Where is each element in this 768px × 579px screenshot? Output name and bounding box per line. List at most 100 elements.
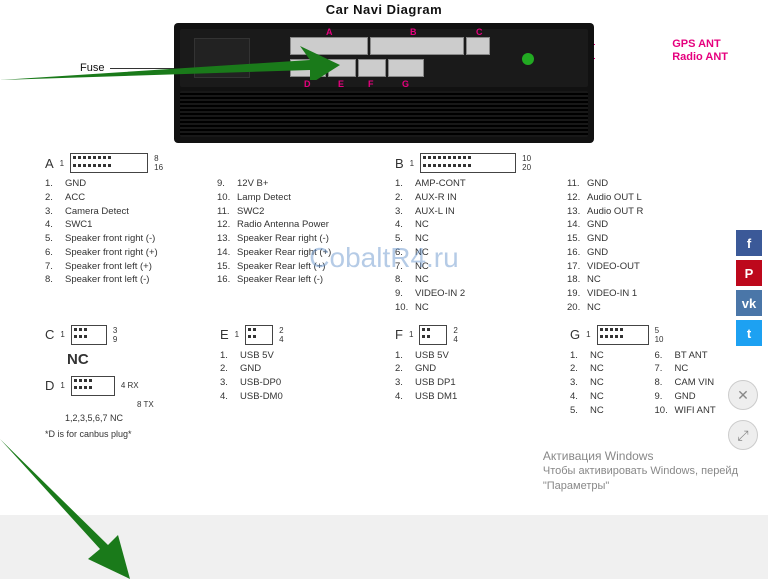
conn-c-sketch (71, 325, 107, 345)
conn-g-letter: G (570, 327, 580, 342)
pin-item: 8.NC (395, 273, 551, 287)
pin-item: 1.NC (570, 349, 639, 363)
device-rear-panel: A B C D E F G (174, 23, 594, 143)
pin-item: 2.ACC (45, 191, 201, 205)
pin-item: 2.GND (220, 362, 373, 376)
share-twitter-button[interactable]: t (736, 320, 762, 346)
pin-item: 3.AUX-L IN (395, 205, 551, 219)
pin-item: 4.NC (395, 218, 551, 232)
pin-item: 5.Speaker front right (-) (45, 232, 201, 246)
pin-item: 15.GND (567, 232, 723, 246)
pin-item: 13.Audio OUT R (567, 205, 723, 219)
pin-item: 12.Radio Antenna Power (217, 218, 373, 232)
pin-item: 10.Lamp Detect (217, 191, 373, 205)
pin-item: 1.AMP-CONT (395, 177, 551, 191)
activation-line1: Чтобы активировать Windows, перейд (543, 464, 738, 478)
close-button[interactable]: ✕ (728, 380, 758, 410)
conn-letter-f-bot: F (368, 79, 374, 89)
pin-item: 4.USB DM1 (395, 390, 548, 404)
pin-item: 11.SWC2 (217, 205, 373, 219)
pin-item: 4.SWC1 (45, 218, 201, 232)
connector-e (328, 59, 356, 77)
pin-item: 5.NC (395, 232, 551, 246)
pin-item: 15.Speaker Rear left (+) (217, 260, 373, 274)
pin-item: 3.Camera Detect (45, 205, 201, 219)
page-title: Car Navi Diagram (45, 0, 723, 17)
pin-item: 14.GND (567, 218, 723, 232)
windows-activation-overlay: Активация Windows Чтобы активировать Win… (543, 449, 738, 493)
fuse-compartment (194, 38, 250, 78)
conn-g-pins-right: 6.BT ANT7.NC8.CAM VIN9.GND10.WIFI ANT (655, 349, 724, 418)
connector-g-block: G 1 510 1.NC2.NC3.NC4.NC5.NC 6.BT ANT7.N… (570, 325, 723, 439)
pin-item: 8.CAM VIN (655, 376, 724, 390)
pin-range-b-top: 1 (410, 159, 414, 168)
pin-item: 9.12V B+ (217, 177, 373, 191)
pin-range-b-end: 1020 (522, 154, 531, 172)
zoom-button[interactable]: ⤢ (728, 420, 758, 450)
conn-letter-e-bot: E (338, 79, 344, 89)
conn-letter-a-top: A (326, 27, 333, 37)
antenna-labels: GPS ANT Radio ANT (672, 38, 728, 64)
pin-item: 12.Audio OUT L (567, 191, 723, 205)
pin-item: 13.Speaker Rear right (-) (217, 232, 373, 246)
conn-b-pins-left: 1.AMP-CONT2.AUX-R IN3.AUX-L IN4.NC5.NC6.… (395, 177, 551, 315)
conn-b-sketch (420, 153, 516, 173)
pin-range-a-top: 1 (60, 159, 64, 168)
pin-item: 14.Speaker Rear right (+) (217, 246, 373, 260)
conn-d-rx: 4 RX (121, 381, 139, 390)
share-sidebar: f P vk t (736, 230, 762, 346)
conn-d-footnote: *D is for canbus plug* (45, 429, 198, 439)
fuse-label: Fuse (80, 62, 104, 74)
pin-item: 6.BT ANT (655, 349, 724, 363)
share-vk-button[interactable]: vk (736, 290, 762, 316)
conn-a-pins-left: 1.GND2.ACC3.Camera Detect4.SWC15.Speaker… (45, 177, 201, 287)
pin-item: 1.GND (45, 177, 201, 191)
share-pinterest-button[interactable]: P (736, 260, 762, 286)
conn-e-letter: E (220, 327, 229, 342)
conn-b-letter: B (395, 156, 404, 171)
pin-item: 3.USB-DP0 (220, 376, 373, 390)
activation-heading: Активация Windows (543, 449, 738, 465)
pin-item: 19.VIDEO-IN 1 (567, 287, 723, 301)
connector-c-block: C 1 39 NC D 1 4 RX 8 TX 1,2,3,5,6,7 NC *… (45, 325, 198, 439)
pin-item: 4.USB-DM0 (220, 390, 373, 404)
pin-item: 4.NC (570, 390, 639, 404)
conn-c-nc: NC (67, 351, 198, 368)
pin-item: 6.NC (395, 246, 551, 260)
antenna-port (522, 53, 534, 65)
conn-d-sketch (71, 376, 115, 396)
conn-b-pins-right: 11.GND12.Audio OUT L13.Audio OUT R14.GND… (567, 177, 723, 315)
share-facebook-button[interactable]: f (736, 230, 762, 256)
connector-g (388, 59, 424, 77)
conn-g-pins-left: 1.NC2.NC3.NC4.NC5.NC (570, 349, 639, 418)
connector-e-block: E 1 24 1.USB 5V2.GND3.USB-DP04.USB-DM0 (220, 325, 373, 439)
heatsink-fins (180, 91, 588, 137)
conn-letter-d-bot: D (304, 79, 311, 89)
pin-item: 2.GND (395, 362, 548, 376)
conn-e-sketch (245, 325, 273, 345)
conn-f-pins: 1.USB 5V2.GND3.USB DP14.USB DM1 (395, 349, 548, 404)
pin-item: 7.NC (395, 260, 551, 274)
conn-a-sketch (70, 153, 148, 173)
pin-item: 3.USB DP1 (395, 376, 548, 390)
conn-c-letter: C (45, 327, 54, 342)
conn-a-pins-right: 9.12V B+10.Lamp Detect11.SWC212.Radio An… (217, 177, 373, 287)
connector-d (290, 59, 326, 77)
conn-d-tx: 8 TX (137, 400, 198, 409)
pin-item: 9.VIDEO-IN 2 (395, 287, 551, 301)
pin-range-a-end: 816 (154, 154, 163, 172)
conn-f-letter: F (395, 327, 403, 342)
connector-f-block: F 1 24 1.USB 5V2.GND3.USB DP14.USB DM1 (395, 325, 548, 439)
connector-b-block: B 1 1020 1.AMP-CONT2.AUX-R IN3.AUX-L IN4… (395, 153, 723, 315)
conn-a-letter: A (45, 156, 54, 171)
conn-f-sketch (419, 325, 447, 345)
pin-item: 3.NC (570, 376, 639, 390)
pin-item: 6.Speaker front right (+) (45, 246, 201, 260)
pin-item: 1.USB 5V (220, 349, 373, 363)
connector-a (290, 37, 368, 55)
conn-d-letter: D (45, 378, 54, 393)
gps-ant-label: GPS ANT (672, 38, 728, 51)
pin-item: 7.NC (655, 362, 724, 376)
connector-c (466, 37, 490, 55)
activation-line2: "Параметры" (543, 479, 738, 493)
